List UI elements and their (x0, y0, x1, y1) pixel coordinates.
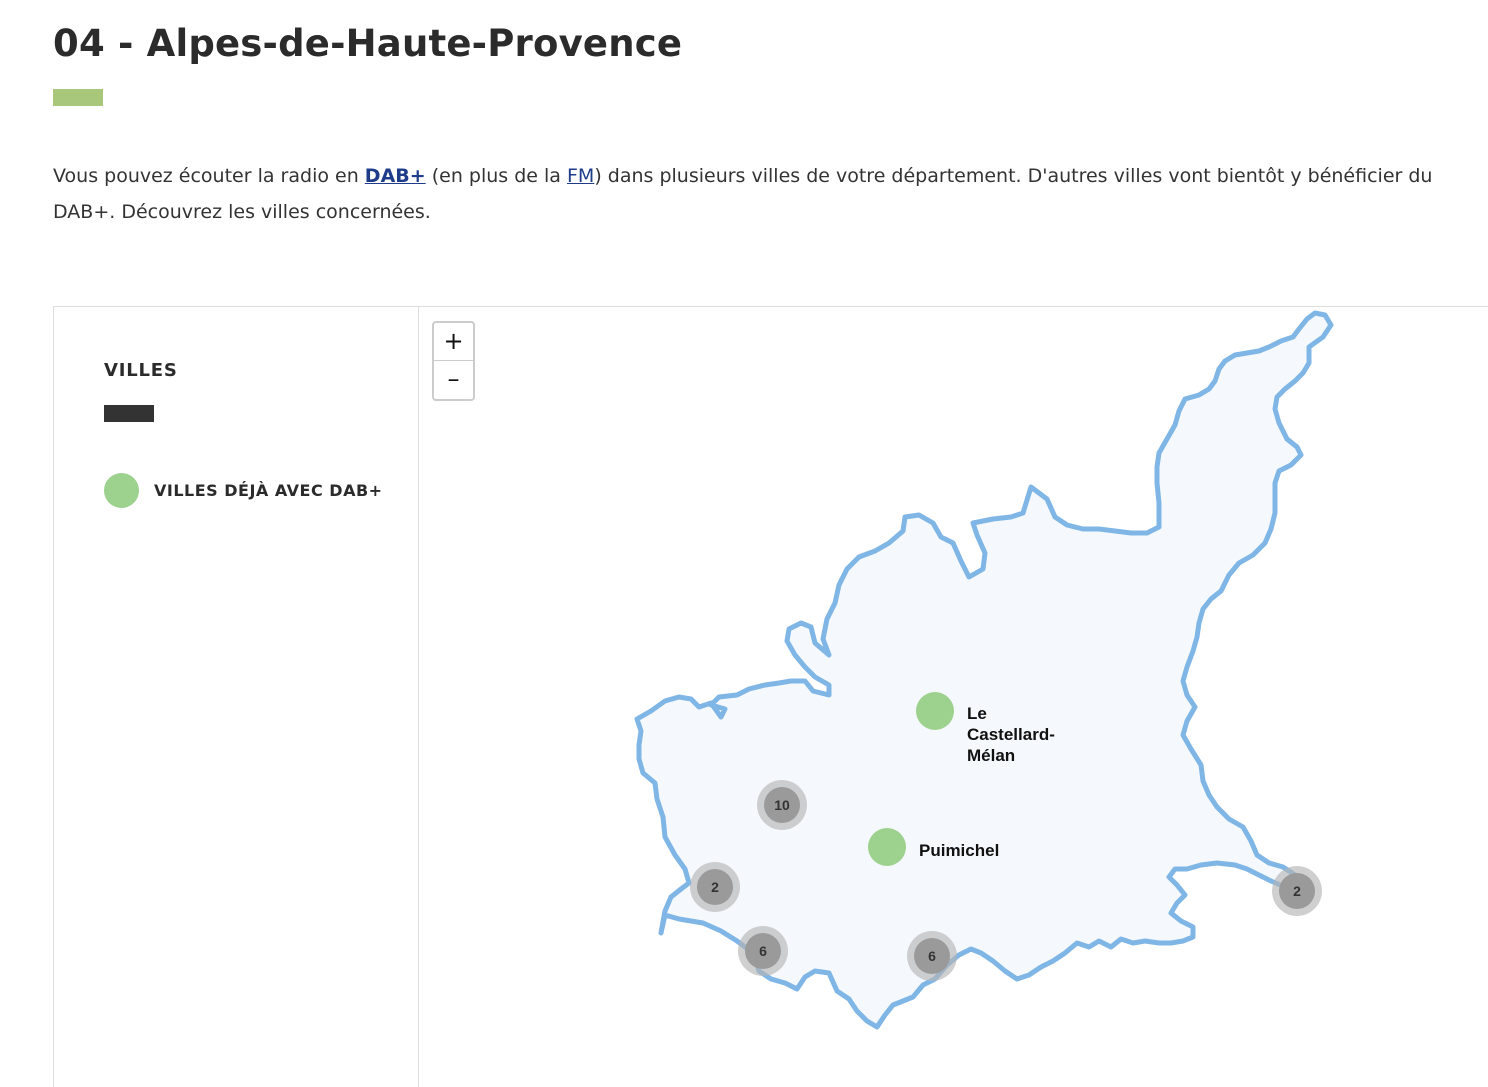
page-title: 04 - Alpes-de-Haute-Provence (53, 22, 683, 65)
green-dot-icon (104, 473, 139, 508)
legend-panel: VILLES VILLES DÉJÀ AVEC DAB+ (54, 307, 419, 1087)
intro-paragraph: Vous pouvez écouter la radio en DAB+ (en… (53, 158, 1473, 230)
zoom-out-button[interactable]: – (434, 361, 473, 398)
cluster-marker[interactable]: 6 (907, 931, 957, 981)
cluster-marker[interactable]: 6 (738, 926, 788, 976)
city-label-line: Mélan (967, 746, 1015, 765)
green-city-dot-icon[interactable] (868, 828, 906, 866)
city-label-line: Puimichel (919, 841, 999, 860)
city-label-line: Castellard- (967, 725, 1055, 744)
cluster-marker[interactable]: 2 (1272, 866, 1322, 916)
intro-text-1: Vous pouvez écouter la radio en (53, 165, 365, 187)
zoom-in-button[interactable]: + (434, 323, 473, 361)
intro-text-2: (en plus de la (425, 165, 567, 187)
cluster-marker[interactable]: 10 (757, 780, 807, 830)
map-layer: Le Castellard- Mélan Puimichel 10 2 6 6 … (634, 310, 1334, 1030)
department-outline-path (634, 310, 1334, 1030)
cluster-count: 2 (711, 879, 719, 895)
city-label-line: Le (967, 704, 987, 723)
fm-link[interactable]: FM (567, 165, 594, 187)
legend-item-label: VILLES DÉJÀ AVEC DAB+ (154, 481, 383, 500)
zoom-control: + – (432, 321, 475, 401)
map-panel: VILLES VILLES DÉJÀ AVEC DAB+ Le Castella… (53, 306, 1488, 1087)
title-accent-bar (53, 89, 103, 106)
legend-title-bar (104, 405, 154, 422)
cluster-marker[interactable]: 2 (690, 862, 740, 912)
cluster-count: 2 (1293, 883, 1301, 899)
cluster-count: 10 (774, 797, 790, 813)
cluster-count: 6 (928, 948, 936, 964)
dab-link[interactable]: DAB+ (365, 165, 426, 187)
legend-title: VILLES (104, 360, 178, 381)
legend-item-dab-cities: VILLES DÉJÀ AVEC DAB+ (104, 473, 383, 508)
cluster-count: 6 (759, 943, 767, 959)
map-area[interactable]: Le Castellard- Mélan Puimichel 10 2 6 6 … (419, 307, 1488, 1087)
green-city-dot-icon[interactable] (916, 692, 954, 730)
